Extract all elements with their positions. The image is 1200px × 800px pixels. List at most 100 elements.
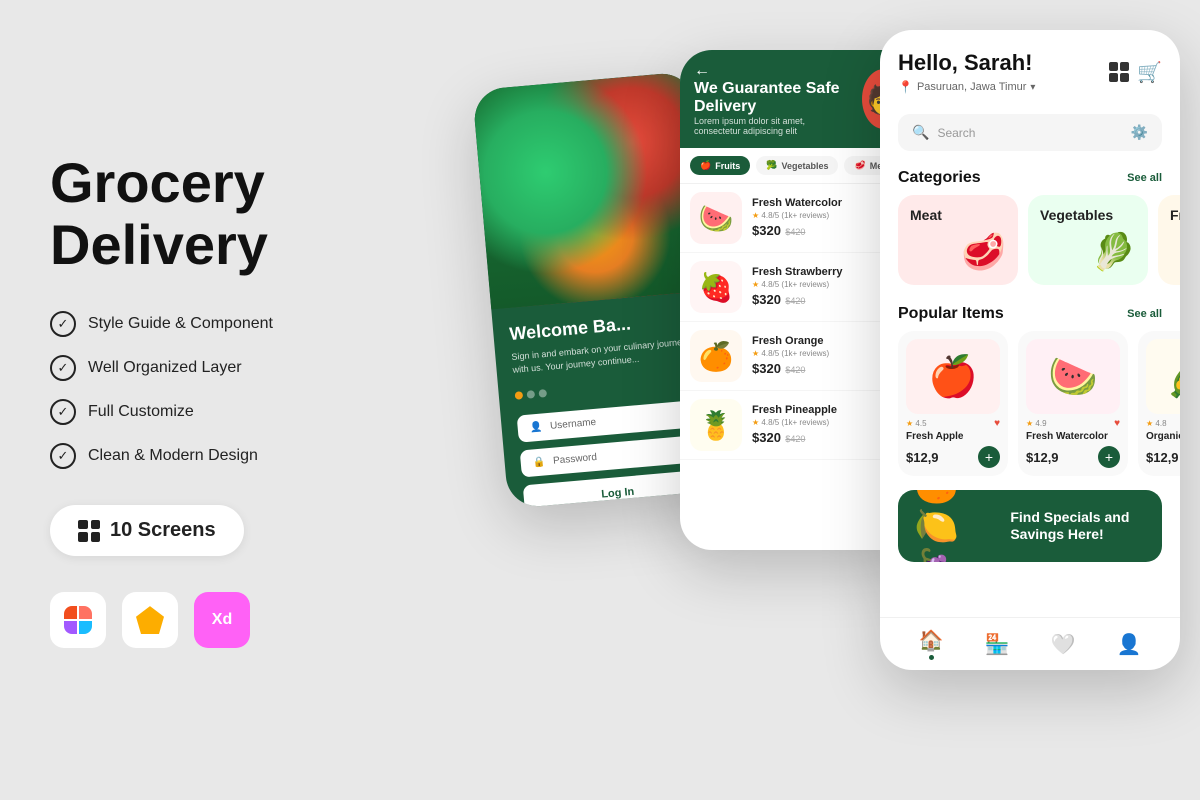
left-panel: Grocery Delivery ✓ Style Guide & Compone… (0, 112, 390, 688)
figma-logo (64, 606, 92, 634)
phones-container: Welcome Ba... Sign in and embark on your… (390, 0, 1200, 800)
categories-section-header: Categories See all (880, 159, 1180, 195)
product-old-price-1: $420 (785, 296, 805, 306)
figma-icon (50, 592, 106, 648)
sketch-logo (136, 606, 164, 634)
heart-icon-1: ♥ (1114, 418, 1120, 429)
search-placeholder: Search (937, 126, 975, 140)
pop-price-row-2: $12,9 + (1146, 446, 1180, 468)
product-price-2: $320 (752, 361, 781, 376)
categories-title: Categories (898, 169, 981, 187)
cat-name-fruit: Fruits (1170, 207, 1180, 223)
pop-name-2: Organic C... (1146, 431, 1180, 442)
product-price-0: $320 (752, 223, 781, 238)
main-title: Grocery Delivery (50, 152, 350, 275)
right-header-left: Hello, Sarah! 📍 Pasuruan, Jawa Timur ▾ (898, 50, 1035, 94)
feature-item-1: ✓ Style Guide & Component (50, 311, 350, 337)
pop-name-1: Fresh Watercolor (1026, 431, 1120, 442)
feature-list: ✓ Style Guide & Component ✓ Well Organiz… (50, 311, 350, 469)
pop-name-0: Fresh Apple (906, 431, 1000, 442)
nav-wishlist[interactable]: 🤍 (1051, 632, 1076, 657)
category-card-vegetables[interactable]: Vegetables 🥬 (1028, 195, 1148, 285)
nav-store[interactable]: 🏪 (985, 632, 1010, 657)
check-icon-4: ✓ (50, 443, 76, 469)
popular-img-apple: 🍎 (906, 339, 1000, 414)
feature-item-2: ✓ Well Organized Layer (50, 355, 350, 381)
dot-1 (515, 391, 524, 400)
lock-icon: 🔒 (532, 457, 545, 469)
check-icon-1: ✓ (50, 311, 76, 337)
mid-header-content: We Guarantee Safe Delivery Lorem ipsum d… (694, 80, 852, 136)
nav-home[interactable]: 🏠 (919, 628, 944, 660)
apps-icon[interactable] (1109, 62, 1129, 82)
pop-rating-2: ★ 4.8 (1146, 419, 1167, 428)
dots-row (515, 376, 703, 400)
right-header: Hello, Sarah! 📍 Pasuruan, Jawa Timur ▾ 🛒 (880, 30, 1180, 106)
popular-section-header: Popular Items See all (880, 295, 1180, 331)
cat-name-meat: Meat (910, 207, 1006, 223)
veggie-display (472, 71, 710, 309)
grid-icon (78, 520, 100, 542)
bottom-nav: 🏠 🏪 🤍 👤 (880, 617, 1180, 670)
product-img-orange: 🍊 (690, 330, 742, 382)
check-icon-3: ✓ (50, 399, 76, 425)
pop-price-1: $12,9 (1026, 450, 1059, 465)
category-card-meat[interactable]: Meat 🥩 (898, 195, 1018, 285)
pop-rating-row-2: ★ 4.8 ♥ (1146, 418, 1180, 429)
grocery-image (472, 71, 710, 309)
dot-3 (538, 389, 547, 398)
popular-card-1[interactable]: 🍉 ★ 4.9 ♥ Fresh Watercolor $12,9 + (1018, 331, 1128, 476)
pop-rating-1: ★ 4.9 (1026, 419, 1047, 428)
pop-price-row-1: $12,9 + (1026, 446, 1120, 468)
popular-see-all[interactable]: See all (1127, 308, 1162, 320)
add-btn-0[interactable]: + (978, 446, 1000, 468)
product-img-watermelon: 🍉 (690, 192, 742, 244)
product-price-3: $320 (752, 430, 781, 445)
pop-price-2: $12,9 (1146, 450, 1179, 465)
cat-img-fruit: 🍊 (1170, 231, 1180, 273)
promo-banner[interactable]: 🍊🍋🍇 Find Specials and Savings Here! (898, 490, 1162, 562)
right-header-icons: 🛒 (1109, 60, 1162, 85)
mid-header-left: ← We Guarantee Safe Delivery Lorem ipsum… (694, 62, 852, 136)
back-arrow-icon[interactable]: ← (694, 62, 852, 80)
product-img-pineapple: 🍍 (690, 399, 742, 451)
cat-tab-vegetables[interactable]: 🥦 Vegetables (756, 156, 838, 175)
pop-rating-row-0: ★ 4.5 ♥ (906, 418, 1000, 429)
pop-price-row-0: $12,9 + (906, 446, 1000, 468)
check-icon-2: ✓ (50, 355, 76, 381)
search-bar[interactable]: 🔍 Search ⚙️ (898, 114, 1162, 151)
greeting-text: Hello, Sarah! (898, 50, 1035, 76)
promo-image: 🍊🍋🍇 (914, 490, 998, 562)
popular-card-2[interactable]: 🌽 ★ 4.8 ♥ Organic C... $12,9 + (1138, 331, 1180, 476)
cat-img-veg: 🥬 (1040, 231, 1136, 273)
popular-img-corn: 🌽 (1146, 339, 1180, 414)
search-icon: 🔍 (912, 124, 929, 141)
pop-rating-0: ★ 4.5 (906, 419, 927, 428)
cat-tab-fruits[interactable]: 🍎 Fruits (690, 156, 750, 175)
product-old-price-0: $420 (785, 227, 805, 237)
nav-profile[interactable]: 👤 (1117, 632, 1142, 657)
location-row: 📍 Pasuruan, Jawa Timur ▾ (898, 80, 1035, 94)
popular-title: Popular Items (898, 305, 1004, 323)
xd-icon: Xd (194, 592, 250, 648)
mid-header-sub: Lorem ipsum dolor sit amet, consectetur … (694, 116, 852, 136)
screens-badge: 10 Screens (50, 505, 244, 556)
product-old-price-2: $420 (785, 365, 805, 375)
heart-icon-0: ♥ (994, 418, 1000, 429)
add-btn-1[interactable]: + (1098, 446, 1120, 468)
popular-row: 🍎 ★ 4.5 ♥ Fresh Apple $12,9 + 🍉 ★ 4.9 ♥ … (880, 331, 1180, 486)
categories-see-all[interactable]: See all (1127, 172, 1162, 184)
filter-icon[interactable]: ⚙️ (1131, 124, 1148, 141)
product-img-strawberry: 🍓 (690, 261, 742, 313)
mid-header-title: We Guarantee Safe Delivery (694, 80, 852, 116)
feature-item-4: ✓ Clean & Modern Design (50, 443, 350, 469)
categories-row: Meat 🥩 Vegetables 🥬 Fruits 🍊 (880, 195, 1180, 295)
tool-icons-row: Xd (50, 592, 350, 648)
category-card-fruit[interactable]: Fruits 🍊 (1158, 195, 1180, 285)
product-price-1: $320 (752, 292, 781, 307)
popular-card-0[interactable]: 🍎 ★ 4.5 ♥ Fresh Apple $12,9 + (898, 331, 1008, 476)
pop-price-0: $12,9 (906, 450, 939, 465)
pop-rating-row-1: ★ 4.9 ♥ (1026, 418, 1120, 429)
cart-icon[interactable]: 🛒 (1137, 60, 1162, 85)
cat-name-veg: Vegetables (1040, 207, 1136, 223)
